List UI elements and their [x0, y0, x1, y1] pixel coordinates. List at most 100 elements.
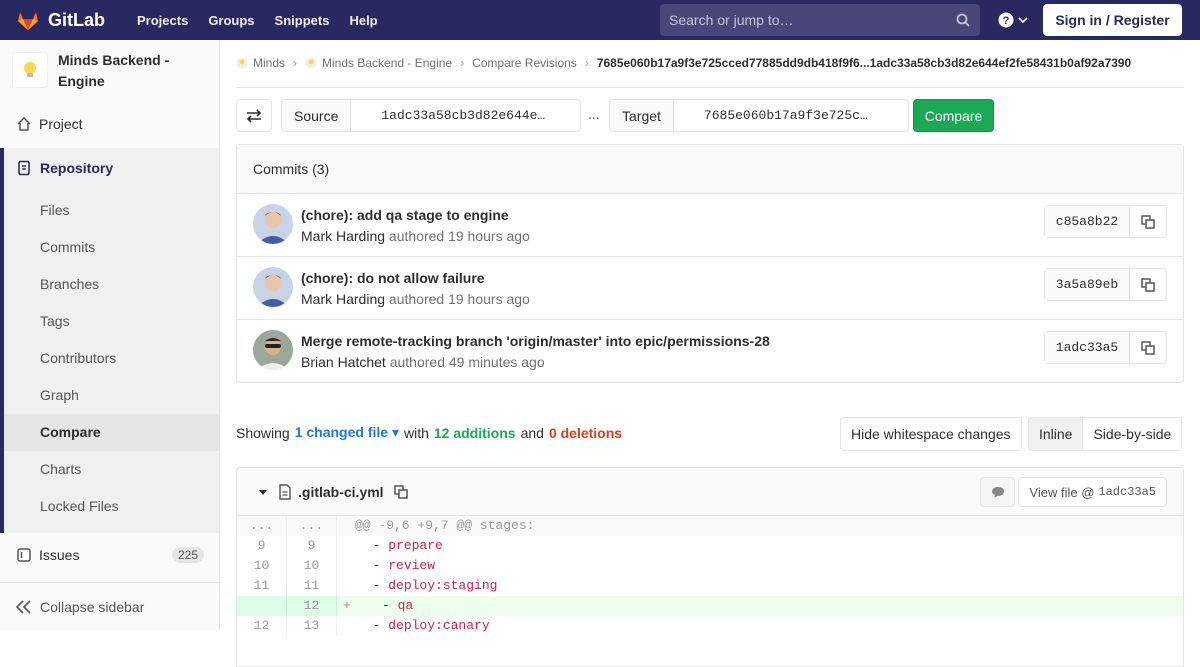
commit-row: Merge remote-tracking branch 'origin/mas…: [237, 320, 1183, 383]
diff-code: - deploy:staging: [357, 578, 498, 593]
deletions-count: 0 deletions: [548, 424, 623, 441]
help-dropdown[interactable]: ?: [998, 12, 1028, 28]
user-avatar-image: [253, 204, 293, 244]
sidebar-item-compare[interactable]: Compare: [40, 424, 101, 440]
copy-sha-button[interactable]: [1130, 206, 1166, 237]
side-by-side-view-button[interactable]: Side-by-side: [1083, 418, 1181, 450]
new-line-number[interactable]: ...: [287, 516, 337, 536]
gitlab-logo[interactable]: GitLab: [16, 0, 105, 40]
copy-icon[interactable]: [393, 484, 408, 499]
view-file-label: View file @: [1029, 484, 1095, 500]
user-avatar-image: [253, 330, 293, 370]
project-header[interactable]: Minds Backend - Engine: [0, 40, 219, 100]
sidebar-item-tags[interactable]: Tags: [40, 313, 70, 329]
breadcrumb-group[interactable]: Minds: [253, 56, 285, 70]
swap-icon: [246, 108, 262, 123]
old-line-number[interactable]: 10: [237, 556, 287, 576]
search-input[interactable]: Search or jump to…: [660, 4, 980, 36]
diff-line-added: 12 + - qa: [237, 596, 1183, 616]
book-icon: [18, 160, 30, 176]
new-line-number[interactable]: 11: [287, 576, 337, 596]
file-name[interactable]: .gitlab-ci.yml: [298, 484, 384, 500]
lightbulb-icon: [24, 62, 36, 77]
nav-snippets[interactable]: Snippets: [265, 13, 340, 28]
caret-down-icon[interactable]: [257, 486, 269, 498]
source-revision-field[interactable]: Source 1adc33a58cb3d82e644e…: [281, 99, 581, 132]
sidebar-item-project[interactable]: Project: [0, 112, 219, 136]
target-revision-field[interactable]: Target 7685e060b17a9f3e725c…: [609, 99, 909, 132]
swap-revisions-button[interactable]: [236, 99, 272, 132]
hide-whitespace-button[interactable]: Hide whitespace changes: [840, 417, 1022, 451]
nav-help[interactable]: Help: [339, 13, 387, 28]
collapse-sidebar-button[interactable]: Collapse sidebar: [0, 582, 219, 630]
new-line-number[interactable]: 9: [287, 536, 337, 556]
nav-links: Projects Groups Snippets Help: [127, 13, 388, 28]
breadcrumb-project[interactable]: Minds Backend - Engine: [322, 56, 452, 70]
toggle-comments-button[interactable]: [980, 477, 1015, 507]
view-file-button[interactable]: View file @ 1adc33a5: [1018, 477, 1167, 507]
sidebar-item-files[interactable]: Files: [40, 202, 70, 218]
commit-meta: Mark Harding authored 19 hours ago: [301, 228, 530, 244]
sidebar-item-commits[interactable]: Commits: [40, 239, 95, 255]
commit-author[interactable]: Mark Harding: [301, 291, 385, 307]
chevron-down-icon: [1018, 17, 1028, 24]
sidebar-item-contributors[interactable]: Contributors: [40, 350, 116, 366]
sidebar-item-repository[interactable]: Repository: [16, 160, 113, 176]
sidebar-item-branches[interactable]: Branches: [40, 276, 99, 292]
summary-with: with: [403, 424, 429, 441]
inline-view-button[interactable]: Inline: [1029, 418, 1084, 450]
range-dots: ...: [588, 106, 600, 122]
diff-line: 9 9 - prepare: [237, 536, 1183, 556]
sign-in-button[interactable]: Sign in / Register: [1043, 4, 1182, 36]
commit-title[interactable]: Merge remote-tracking branch 'origin/mas…: [301, 333, 770, 349]
commit-author[interactable]: Brian Hatchet: [301, 354, 386, 370]
avatar[interactable]: [253, 204, 293, 244]
breadcrumb-current[interactable]: 7685e060b17a9f3e725cced77885dd9db418f9f6…: [597, 56, 1131, 70]
commit-sha-group: 1adc33a5: [1044, 331, 1167, 364]
breadcrumb-compare[interactable]: Compare Revisions: [472, 56, 577, 70]
copy-sha-button[interactable]: [1130, 269, 1166, 300]
brand-name: GitLab: [48, 9, 105, 30]
old-line-number[interactable]: 9: [237, 536, 287, 556]
avatar[interactable]: [253, 267, 293, 307]
diff-view-toggle: Inline Side-by-side: [1028, 417, 1183, 451]
copy-icon: [1141, 214, 1155, 229]
commit-title[interactable]: (chore): add qa stage to engine: [301, 207, 509, 223]
commit-author[interactable]: Mark Harding: [301, 228, 385, 244]
nav-groups[interactable]: Groups: [198, 13, 264, 28]
active-item-highlight: [4, 414, 219, 451]
commit-meta: Brian Hatchet authored 49 minutes ago: [301, 354, 545, 370]
sidebar-item-locked-files[interactable]: Locked Files: [40, 498, 119, 514]
sidebar-item-graph[interactable]: Graph: [40, 387, 79, 403]
diff-code-value: review: [388, 558, 436, 573]
commit-verb: authored: [388, 228, 445, 244]
commits-header: Commits (3): [237, 145, 1183, 194]
new-line-number[interactable]: 10: [287, 556, 337, 576]
new-line-number[interactable]: 12: [287, 596, 337, 616]
sidebar-item-issues[interactable]: Issues 225: [0, 543, 219, 567]
old-line-number[interactable]: [237, 596, 287, 616]
issues-icon: [17, 548, 31, 562]
sidebar-item-charts[interactable]: Charts: [40, 461, 81, 477]
avatar[interactable]: [253, 330, 293, 370]
target-value: 7685e060b17a9f3e725c…: [703, 108, 868, 123]
new-line-number[interactable]: 13: [287, 616, 337, 636]
source-label: Source: [282, 100, 352, 131]
nav-projects[interactable]: Projects: [127, 13, 198, 28]
diff-line: 12 13 - deploy:canary: [237, 616, 1183, 636]
old-line-number[interactable]: 11: [237, 576, 287, 596]
commit-sha-button[interactable]: 3a5a89eb: [1045, 269, 1130, 300]
compare-button[interactable]: Compare: [913, 99, 994, 132]
changed-files-dropdown[interactable]: 1 changed file ▾: [295, 424, 399, 441]
old-line-number[interactable]: ...: [237, 516, 287, 536]
commit-sha-button[interactable]: 1adc33a5: [1045, 332, 1130, 363]
question-icon: ?: [998, 12, 1014, 28]
file-icon: [279, 483, 291, 500]
diff-hunk-line: ... ... @@ -9,6 +9,7 @@ stages:: [237, 516, 1183, 536]
sidebar-item-label: Issues: [39, 547, 80, 563]
old-line-number[interactable]: 12: [237, 616, 287, 636]
commit-title[interactable]: (chore): do not allow failure: [301, 270, 485, 286]
copy-icon: [1141, 277, 1155, 292]
commit-sha-button[interactable]: c85a8b22: [1045, 206, 1130, 237]
copy-sha-button[interactable]: [1130, 332, 1166, 363]
